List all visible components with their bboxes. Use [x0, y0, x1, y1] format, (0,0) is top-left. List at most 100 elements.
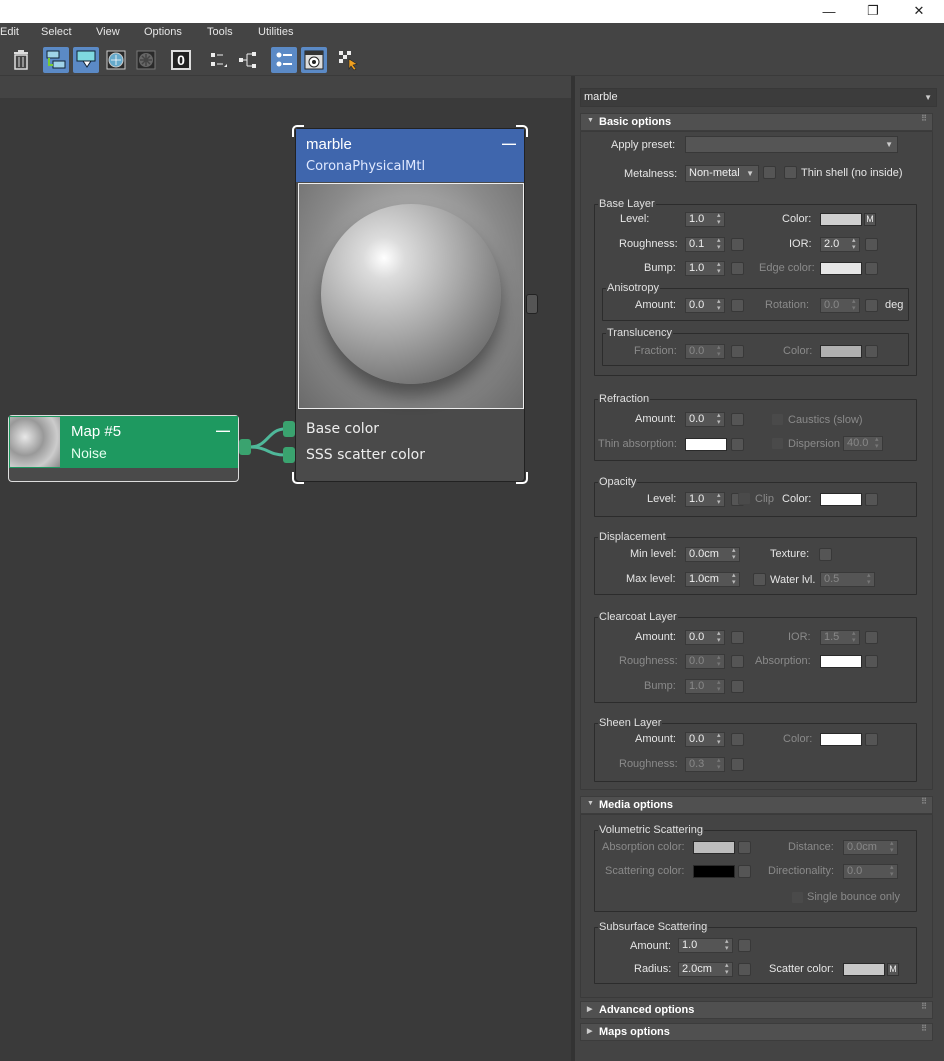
opacity-level-spinner[interactable]: 1.0 [685, 492, 725, 507]
displacement-texture-slot[interactable] [819, 548, 832, 561]
opacity-color-swatch[interactable] [820, 493, 862, 506]
max-level-spinner[interactable]: 1.0cm [685, 572, 740, 587]
sheen-color-map-slot[interactable] [865, 733, 878, 746]
roughness-map-slot[interactable] [731, 238, 744, 251]
input-socket-base[interactable] [283, 421, 295, 437]
hide-unused-button[interactable] [73, 47, 99, 73]
menu-edit[interactable]: Edit [0, 26, 19, 38]
clip-checkbox[interactable] [738, 492, 751, 505]
bump-map-slot[interactable] [731, 262, 744, 275]
absorption-swatch[interactable] [820, 655, 862, 668]
show-background-button[interactable] [133, 47, 159, 73]
base-ior-spinner[interactable]: 2.0 [820, 237, 860, 252]
input-socket-sss[interactable] [283, 447, 295, 463]
map-node[interactable]: Map #5 Noise — [8, 415, 239, 482]
material-browser-toggle[interactable] [301, 47, 327, 73]
min-level-spinner[interactable]: 0.0cm [685, 547, 740, 562]
menu-view[interactable]: View [96, 26, 120, 38]
metalness-map-slot[interactable] [763, 166, 776, 179]
ior-map-slot[interactable] [865, 238, 878, 251]
radius-map-slot[interactable] [738, 963, 751, 976]
aniso-amount-spinner[interactable]: 0.0 [685, 298, 725, 313]
clearcoat-amount-map-slot[interactable] [731, 631, 744, 644]
dispersion-checkbox[interactable] [771, 437, 784, 450]
single-bounce-checkbox[interactable] [791, 891, 804, 904]
clearcoat-ior-map-slot[interactable] [865, 631, 878, 644]
opacity-color-map-slot[interactable] [865, 493, 878, 506]
thin-absorption-swatch[interactable] [685, 438, 727, 451]
slot-sss-scatter-color[interactable]: SSS scatter color [306, 447, 425, 463]
sss-amount-spinner[interactable]: 1.0 [678, 938, 733, 953]
node-view[interactable]: marble CoronaPhysicalMtl — Base color SS… [0, 98, 571, 1061]
close-button[interactable]: ✕ [896, 0, 942, 22]
clearcoat-bump-map-slot[interactable] [731, 680, 744, 693]
minimize-button[interactable]: — [806, 0, 852, 22]
material-name-field[interactable]: marble ▼ [580, 88, 937, 107]
rollout-maps-options[interactable]: ▶ Maps options ⠿ [580, 1023, 933, 1041]
clearcoat-roughness-spinner[interactable]: 0.0 [685, 654, 725, 669]
clearcoat-amount-spinner[interactable]: 0.0 [685, 630, 725, 645]
scattering-color-map-slot[interactable] [738, 865, 751, 878]
select-by-material-button[interactable] [335, 47, 361, 73]
fraction-spinner[interactable]: 0.0 [685, 344, 725, 359]
material-node[interactable]: marble CoronaPhysicalMtl — Base color SS… [295, 128, 525, 482]
metalness-dropdown[interactable]: Non-metal ▼ [685, 165, 759, 182]
move-children-button[interactable] [43, 47, 69, 73]
distance-spinner[interactable]: 0.0cm [843, 840, 898, 855]
map-output-socket[interactable] [239, 439, 251, 455]
rollout-media-options[interactable]: ▼ Media options ⠿ [580, 796, 933, 814]
sheen-color-swatch[interactable] [820, 733, 862, 746]
clearcoat-ior-spinner[interactable]: 1.5 [820, 630, 860, 645]
scatter-color-swatch[interactable] [843, 963, 885, 976]
water-level-checkbox[interactable] [753, 573, 766, 586]
absorption-color-map-slot[interactable] [738, 841, 751, 854]
fraction-map-slot[interactable] [731, 345, 744, 358]
layout-all-button[interactable] [235, 47, 261, 73]
directionality-spinner[interactable]: 0.0 [843, 864, 898, 879]
base-color-map-button[interactable]: M [864, 213, 876, 226]
sheen-roughness-spinner[interactable]: 0.3 [685, 757, 725, 772]
rollout-basic-options[interactable]: ▼ Basic options ⠿ [580, 113, 933, 131]
base-level-spinner[interactable]: 1.0 [685, 212, 725, 227]
apply-preset-dropdown[interactable]: ▼ [685, 136, 898, 153]
maximize-button[interactable]: ❐ [850, 0, 896, 22]
show-shaded-button[interactable] [103, 47, 129, 73]
translucency-color-swatch[interactable] [820, 345, 862, 358]
rotation-map-slot[interactable] [865, 299, 878, 312]
caustics-checkbox[interactable] [771, 413, 784, 426]
menu-select[interactable]: Select [41, 26, 72, 38]
slot-base-color[interactable]: Base color [306, 421, 379, 437]
menu-options[interactable]: Options [144, 26, 182, 38]
scattering-color-swatch[interactable] [693, 865, 735, 878]
thin-shell-checkbox[interactable] [784, 166, 797, 179]
collapse-icon[interactable]: — [502, 135, 516, 151]
absorption-color-swatch[interactable] [693, 841, 735, 854]
edge-color-map-slot[interactable] [865, 262, 878, 275]
sheen-roughness-map-slot[interactable] [731, 758, 744, 771]
sheen-amount-spinner[interactable]: 0.0 [685, 732, 725, 747]
material-id-button[interactable]: 0 [168, 47, 194, 73]
base-bump-spinner[interactable]: 1.0 [685, 261, 725, 276]
menu-utilities[interactable]: Utilities [258, 26, 293, 38]
clearcoat-roughness-map-slot[interactable] [731, 655, 744, 668]
edge-color-swatch[interactable] [820, 262, 862, 275]
map-node-header[interactable]: Map #5 Noise — [9, 416, 238, 468]
sss-amount-map-slot[interactable] [738, 939, 751, 952]
water-level-spinner[interactable]: 0.5 [820, 572, 875, 587]
dispersion-spinner[interactable]: 40.0 [843, 436, 883, 451]
absorption-map-slot[interactable] [865, 655, 878, 668]
refraction-amount-spinner[interactable]: 0.0 [685, 412, 725, 427]
scatter-color-map-button[interactable]: M [887, 963, 899, 976]
base-color-swatch[interactable] [820, 213, 862, 226]
clearcoat-bump-spinner[interactable]: 1.0 [685, 679, 725, 694]
delete-button[interactable] [8, 47, 34, 73]
material-node-header[interactable]: marble CoronaPhysicalMtl — [296, 129, 524, 182]
collapse-icon[interactable]: — [216, 422, 230, 438]
rollout-advanced-options[interactable]: ▶ Advanced options ⠿ [580, 1001, 933, 1019]
layout-children-button[interactable] [205, 47, 231, 73]
output-socket[interactable] [526, 294, 538, 314]
translucency-map-slot[interactable] [865, 345, 878, 358]
menu-tools[interactable]: Tools [207, 26, 233, 38]
sheen-amount-map-slot[interactable] [731, 733, 744, 746]
base-roughness-spinner[interactable]: 0.1 [685, 237, 725, 252]
